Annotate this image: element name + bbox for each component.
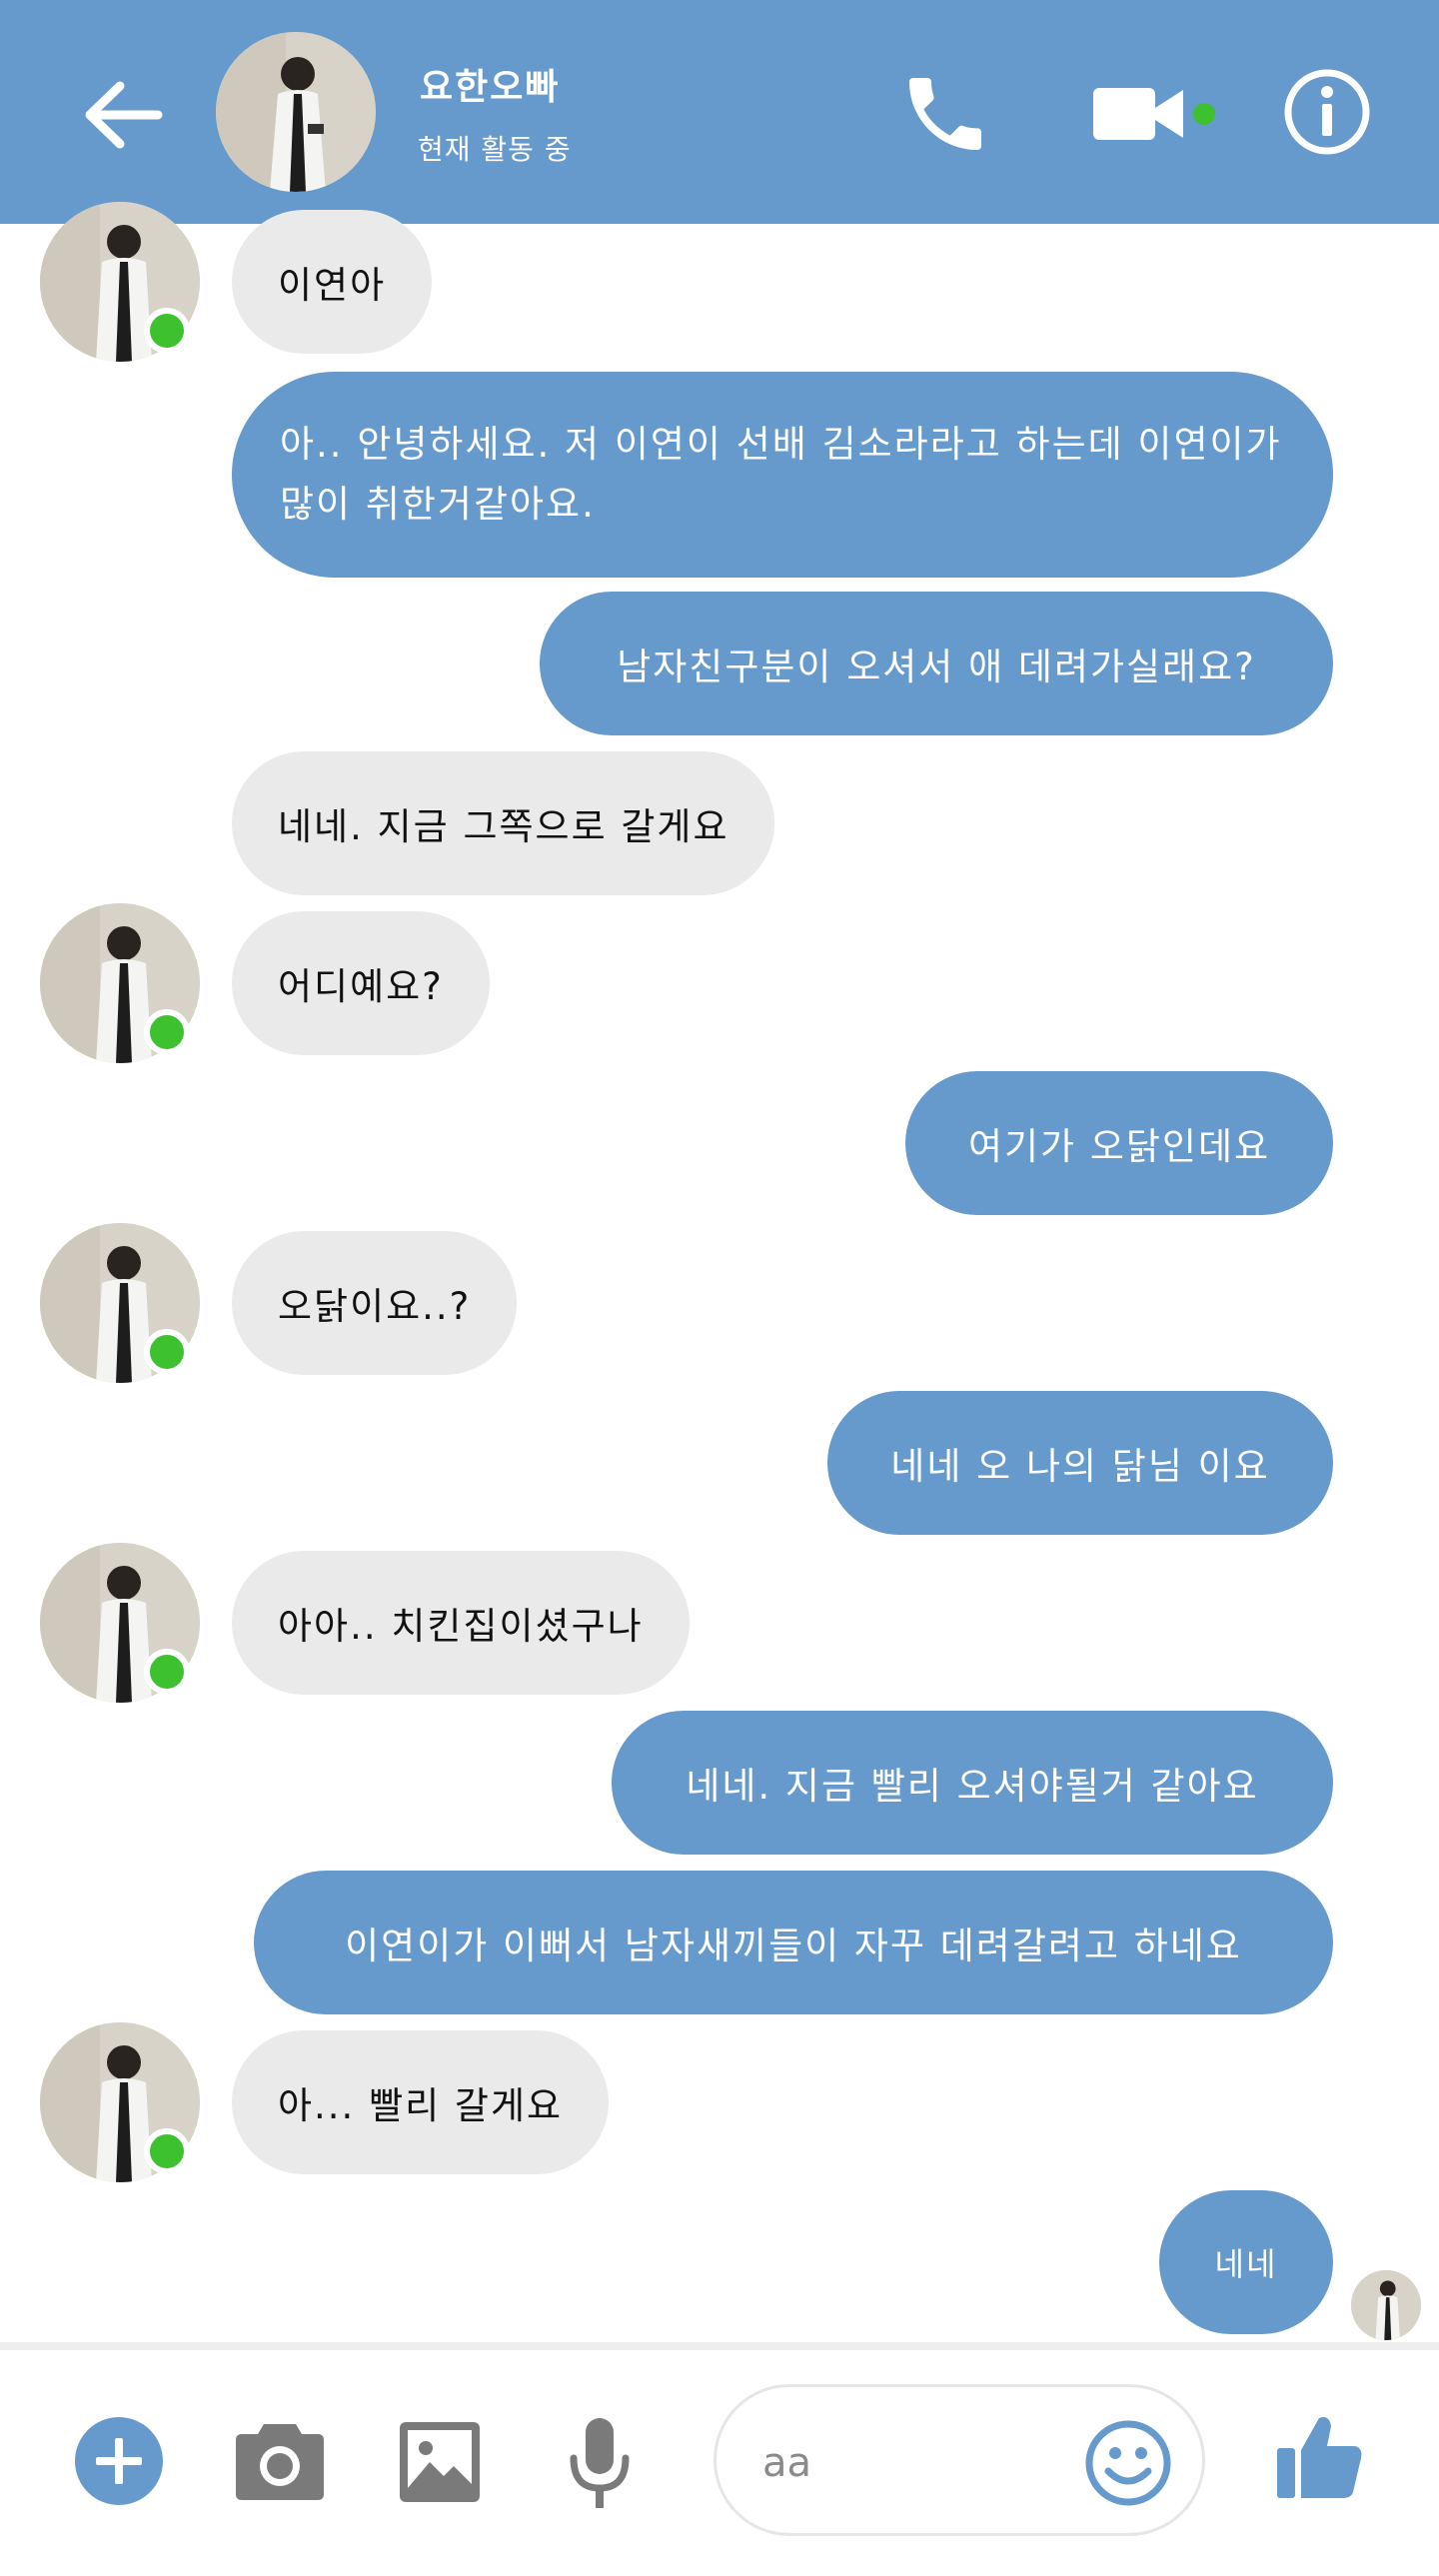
online-indicator (144, 1009, 190, 1055)
message-bubble-received[interactable]: 오닭이요..? (232, 1231, 518, 1375)
conversation-header: 요한오빠 현재 활동 중 (0, 0, 1439, 224)
message-bubble-received[interactable]: 아아.. 치킨집이셨구나 (232, 1551, 690, 1695)
online-indicator (1193, 103, 1215, 125)
contact-avatar[interactable] (216, 32, 376, 192)
seen-photo (1351, 2270, 1421, 2340)
message-bubble-received[interactable]: 아... 빨리 갈게요 (232, 2030, 610, 2174)
add-icon[interactable] (74, 2416, 164, 2506)
message-bubble-sent[interactable]: 네네. 지금 빨리 오셔야될거 같아요 (612, 1711, 1333, 1855)
thumbs-up-icon[interactable] (1273, 2410, 1365, 2502)
active-status: 현재 활동 중 (418, 133, 572, 166)
emoji-icon[interactable] (1084, 2419, 1172, 2507)
message-bubble-sent[interactable]: 여기가 오닭인데요 (905, 1071, 1333, 1215)
message-bubble-sent[interactable]: 네네 오 나의 닭님 이요 (827, 1391, 1333, 1535)
back-arrow-icon[interactable] (78, 70, 168, 160)
message-bubble-sent[interactable]: 남자친구분이 오셔서 애 데려가실래요? (540, 592, 1333, 735)
seen-receipt-avatar (1351, 2270, 1421, 2340)
message-input[interactable] (760, 2427, 1044, 2499)
image-icon[interactable] (400, 2422, 480, 2502)
contact-name: 요한오빠 (420, 67, 561, 108)
microphone-icon[interactable] (566, 2416, 634, 2512)
phone-icon[interactable] (897, 66, 993, 162)
info-icon[interactable] (1283, 68, 1371, 156)
online-indicator (144, 1649, 190, 1695)
message-bubble-sent[interactable]: 이연이가 이뻐서 남자새끼들이 자꾸 데려갈려고 하네요 (254, 1871, 1333, 2014)
camera-icon[interactable] (234, 2418, 326, 2502)
online-indicator (144, 2128, 190, 2174)
message-bubble-received[interactable]: 어디예요? (232, 911, 490, 1055)
online-indicator (144, 1329, 190, 1375)
message-bubble-sent[interactable]: 아.. 안녕하세요. 저 이연이 선배 김소라라고 하는데 이연이가 많이 취한… (232, 372, 1333, 578)
contact-photo (216, 32, 376, 192)
message-bubble-sent[interactable]: 네네 (1159, 2190, 1333, 2334)
video-camera-icon[interactable] (1091, 82, 1187, 146)
message-bubble-received[interactable]: 네네. 지금 그쪽으로 갈게요 (232, 751, 775, 895)
message-composer[interactable] (714, 2384, 1205, 2536)
message-bubble-received[interactable]: 이연아 (232, 210, 433, 354)
online-indicator (144, 308, 190, 354)
